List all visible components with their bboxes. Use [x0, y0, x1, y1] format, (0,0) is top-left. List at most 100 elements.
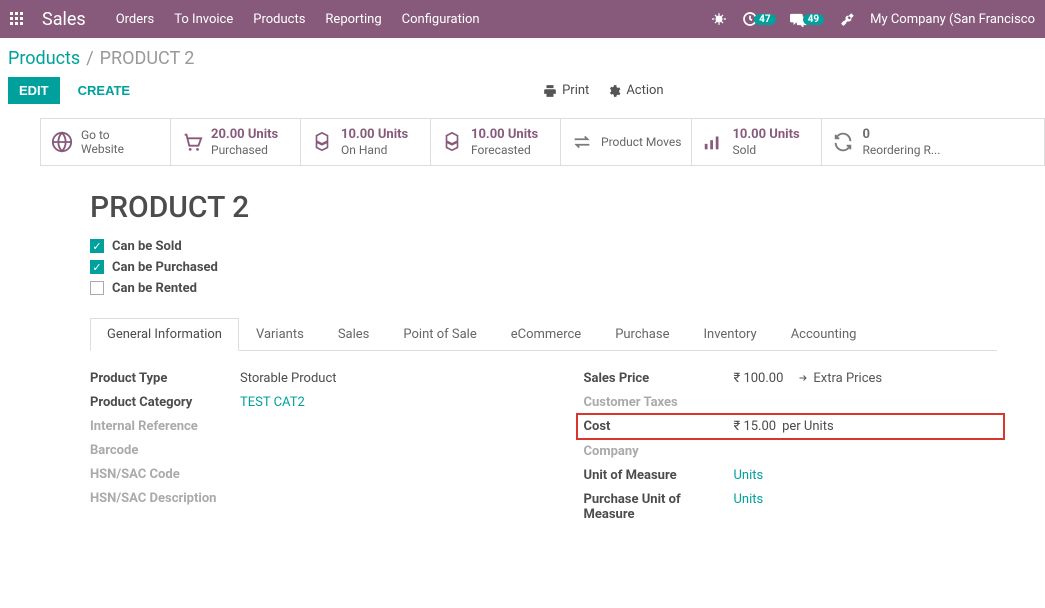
stat-onhand-val: 10.00 Units	[341, 127, 408, 143]
barcode-label: Barcode	[90, 443, 240, 458]
tab-point-of-sale[interactable]: Point of Sale	[386, 318, 493, 351]
uom-value[interactable]: Units	[734, 468, 764, 483]
bars-icon	[702, 131, 724, 153]
nav-to-invoice[interactable]: To Invoice	[174, 12, 233, 27]
wrench-icon[interactable]	[838, 10, 856, 28]
breadcrumb-products[interactable]: Products	[8, 48, 80, 69]
print-icon	[543, 84, 557, 98]
product-category-value[interactable]: TEST CAT2	[240, 395, 305, 410]
product-type-value: Storable Product	[240, 371, 337, 386]
puom-value[interactable]: Units	[734, 492, 764, 507]
cubes-icon	[311, 131, 333, 153]
tab-sales[interactable]: Sales	[321, 318, 387, 351]
stat-sold-lbl: Sold	[732, 143, 799, 157]
stat-website[interactable]: Go toWebsite	[41, 119, 171, 165]
action-button[interactable]: Action	[607, 83, 663, 98]
nav-reporting[interactable]: Reporting	[325, 12, 381, 27]
can-be-sold-checkbox[interactable]: ✓	[90, 239, 104, 253]
company-selector[interactable]: My Company (San Francisco	[870, 12, 1035, 27]
nav-configuration[interactable]: Configuration	[402, 12, 480, 27]
stat-moves[interactable]: Product Moves	[561, 119, 692, 165]
stat-forecast-lbl: Forecasted	[471, 143, 538, 157]
breadcrumb: Products / PRODUCT 2	[0, 38, 1045, 71]
internal-reference-label: Internal Reference	[90, 419, 240, 434]
cost-unit: per Units	[782, 419, 834, 434]
uom-label: Unit of Measure	[584, 468, 734, 483]
refresh-icon	[832, 131, 854, 153]
action-label: Action	[626, 83, 663, 98]
nav-products[interactable]: Products	[253, 12, 305, 27]
cost-row-highlight: Cost ₹ 15.00 per Units	[576, 413, 1006, 440]
stat-website-l1: Go to	[81, 128, 124, 142]
stat-reorder[interactable]: 0Reordering R...	[822, 119, 1044, 165]
sales-price-value: ₹ 100.00	[734, 371, 784, 386]
stat-purchased-lbl: Purchased	[211, 143, 278, 157]
print-button[interactable]: Print	[543, 83, 589, 98]
discuss-badge: 49	[803, 14, 824, 25]
extra-prices-button[interactable]: Extra Prices	[797, 371, 882, 386]
general-info-grid: Product TypeStorable Product Product Cat…	[90, 371, 997, 531]
cart-icon	[181, 131, 203, 153]
print-label: Print	[562, 83, 589, 98]
stat-sold[interactable]: 10.00 UnitsSold	[692, 119, 822, 165]
bug-icon[interactable]	[710, 10, 728, 28]
stat-sold-val: 10.00 Units	[732, 127, 799, 143]
extra-prices-label: Extra Prices	[813, 371, 882, 386]
edit-button[interactable]: EDIT	[8, 77, 60, 104]
product-category-label: Product Category	[90, 395, 240, 410]
stat-purchased-val: 20.00 Units	[211, 127, 278, 143]
nav-menu: Orders To Invoice Products Reporting Con…	[116, 12, 480, 27]
can-be-rented-row: Can be Rented	[90, 281, 997, 296]
can-be-rented-checkbox[interactable]	[90, 281, 104, 295]
form-sheet: PRODUCT 2 ✓ Can be Sold ✓ Can be Purchas…	[40, 166, 1045, 555]
globe-icon	[51, 131, 73, 153]
tab-general-information[interactable]: General Information	[90, 318, 239, 351]
cubes-icon	[441, 131, 463, 153]
activity-badge: 47	[754, 14, 775, 25]
tab-purchase[interactable]: Purchase	[598, 318, 686, 351]
cost-label: Cost	[584, 419, 734, 434]
stat-forecast[interactable]: 10.00 UnitsForecasted	[431, 119, 561, 165]
puom-label: Purchase Unit of Measure	[584, 492, 734, 522]
can-be-purchased-row: ✓ Can be Purchased	[90, 260, 997, 275]
can-be-sold-row: ✓ Can be Sold	[90, 239, 997, 254]
tab-ecommerce[interactable]: eCommerce	[494, 318, 598, 351]
tab-inventory[interactable]: Inventory	[686, 318, 773, 351]
topbar: Sales Orders To Invoice Products Reporti…	[0, 0, 1045, 38]
discuss-button[interactable]: 49	[790, 12, 824, 27]
tab-accounting[interactable]: Accounting	[774, 318, 874, 351]
hsn-desc-label: HSN/SAC Description	[90, 491, 240, 506]
can-be-rented-label: Can be Rented	[112, 281, 197, 296]
arrow-right-icon	[797, 372, 809, 384]
tab-variants[interactable]: Variants	[239, 318, 321, 351]
apps-icon[interactable]	[10, 12, 24, 26]
right-col: Sales Price ₹ 100.00 Extra Prices Custom…	[584, 371, 998, 531]
breadcrumb-current: PRODUCT 2	[100, 48, 195, 69]
action-row: EDIT CREATE Print Action	[0, 71, 1045, 118]
can-be-purchased-label: Can be Purchased	[112, 260, 218, 275]
topbar-right: 47 49 My Company (San Francisco	[710, 10, 1035, 28]
activity-button[interactable]: 47	[742, 11, 775, 27]
can-be-purchased-checkbox[interactable]: ✓	[90, 260, 104, 274]
left-col: Product TypeStorable Product Product Cat…	[90, 371, 504, 531]
action-center: Print Action	[543, 83, 664, 98]
hsn-code-label: HSN/SAC Code	[90, 467, 240, 482]
stat-reorder-val: 0	[862, 127, 940, 143]
product-type-label: Product Type	[90, 371, 240, 386]
customer-taxes-label: Customer Taxes	[584, 395, 734, 410]
stat-button-box: Go toWebsite 20.00 UnitsPurchased 10.00 …	[40, 118, 1045, 166]
stat-website-l2: Website	[81, 142, 124, 156]
stat-reorder-lbl: Reordering R...	[862, 143, 940, 157]
gear-icon	[607, 84, 621, 98]
stat-purchased[interactable]: 20.00 UnitsPurchased	[171, 119, 301, 165]
exchange-icon	[571, 131, 593, 153]
nav-orders[interactable]: Orders	[116, 12, 155, 27]
create-button[interactable]: CREATE	[74, 78, 134, 103]
product-name: PRODUCT 2	[90, 190, 997, 225]
brand: Sales	[42, 9, 86, 30]
company-label: Company	[584, 444, 734, 459]
stat-onhand[interactable]: 10.00 UnitsOn Hand	[301, 119, 431, 165]
stat-onhand-lbl: On Hand	[341, 143, 408, 157]
can-be-sold-label: Can be Sold	[112, 239, 182, 254]
cost-value: ₹ 15.00	[734, 419, 777, 434]
